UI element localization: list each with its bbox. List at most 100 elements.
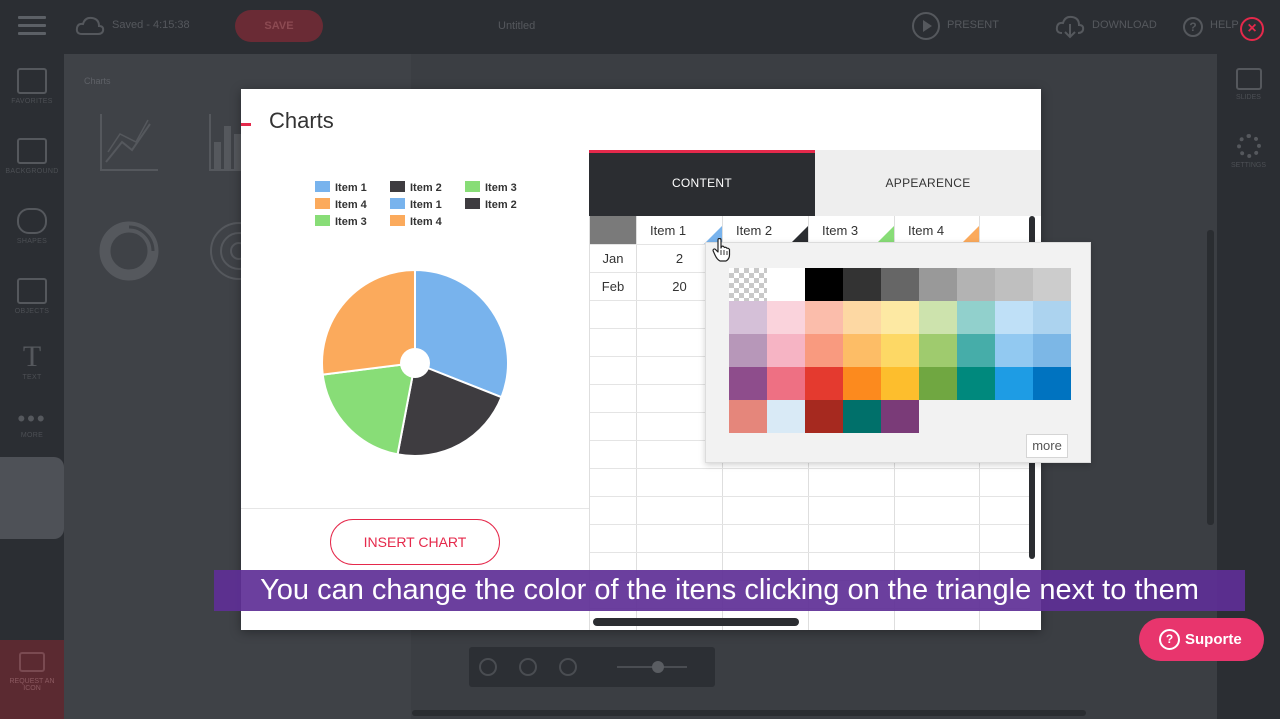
- present-button[interactable]: PRESENT: [947, 19, 999, 31]
- save-button[interactable]: SAVE: [235, 10, 323, 42]
- color-swatch[interactable]: [805, 268, 843, 301]
- color-swatch[interactable]: [1033, 268, 1071, 301]
- help-button[interactable]: HELP: [1210, 19, 1239, 31]
- color-swatch[interactable]: [1033, 367, 1071, 400]
- column-header-label: Item 4: [908, 223, 945, 238]
- color-swatch[interactable]: [957, 268, 995, 301]
- column-header-item-2[interactable]: Item 2: [723, 216, 808, 244]
- grid-corner-cell: [590, 216, 636, 244]
- play-icon[interactable]: [912, 12, 940, 40]
- help-icon[interactable]: ?: [1183, 17, 1203, 37]
- color-swatch[interactable]: [881, 268, 919, 301]
- column-header-item-4[interactable]: Item 4: [895, 216, 979, 244]
- request-icon-button[interactable]: REQUEST AN ICON: [0, 640, 64, 719]
- text-icon: T: [22, 340, 42, 373]
- sidebar-item-objects[interactable]: OBJECTS: [0, 268, 64, 338]
- download-button[interactable]: DOWNLOAD: [1092, 19, 1157, 31]
- color-swatch[interactable]: [843, 400, 881, 433]
- color-swatch[interactable]: [919, 301, 957, 334]
- tab-appearance[interactable]: APPEARENCE: [815, 150, 1041, 216]
- color-swatch[interactable]: [1033, 301, 1071, 334]
- color-swatch[interactable]: [881, 334, 919, 367]
- zoom-slider-knob[interactable]: [652, 661, 664, 673]
- canvas-vertical-scrollbar[interactable]: [1207, 230, 1214, 525]
- legend-label: Item 3: [335, 216, 367, 228]
- color-swatch[interactable]: [995, 301, 1033, 334]
- color-swatch[interactable]: [995, 367, 1033, 400]
- sidebar-item-charts-active[interactable]: [0, 457, 64, 539]
- color-swatch[interactable]: [729, 400, 767, 433]
- legend-swatch: [315, 198, 330, 209]
- color-swatch[interactable]: [805, 301, 843, 334]
- more-colors-button[interactable]: more: [1026, 434, 1068, 458]
- color-swatch[interactable]: [995, 268, 1033, 301]
- color-swatch[interactable]: [767, 400, 805, 433]
- color-swatch[interactable]: [767, 268, 805, 301]
- slides-button[interactable]: SLIDES: [1217, 68, 1280, 101]
- color-swatch[interactable]: [729, 301, 767, 334]
- sidebar-item-shapes[interactable]: SHAPES: [0, 198, 64, 268]
- color-swatch[interactable]: [919, 268, 957, 301]
- color-swatch[interactable]: [919, 334, 957, 367]
- cloud-download-icon[interactable]: [1054, 12, 1086, 40]
- tab-content[interactable]: CONTENT: [589, 150, 815, 216]
- question-icon: ?: [1159, 629, 1180, 650]
- sidebar-item-background[interactable]: BACKGROUND: [0, 128, 64, 198]
- document-title[interactable]: Untitled: [498, 20, 535, 32]
- legend-swatch: [390, 215, 405, 226]
- undo-icon[interactable]: [519, 658, 537, 676]
- color-swatch[interactable]: [1033, 334, 1071, 367]
- sidebar-item-label: OBJECTS: [14, 308, 50, 315]
- radar-chart-thumb-icon[interactable]: [208, 220, 244, 282]
- color-swatch[interactable]: [919, 367, 957, 400]
- color-swatch[interactable]: [957, 367, 995, 400]
- chat-icon: [19, 652, 45, 672]
- color-swatch[interactable]: [729, 367, 767, 400]
- support-button[interactable]: ? Suporte: [1139, 618, 1264, 661]
- color-swatch[interactable]: [767, 367, 805, 400]
- background-icon: [17, 138, 47, 164]
- more-icon: •••: [17, 406, 47, 431]
- color-swatch[interactable]: [881, 301, 919, 334]
- color-swatch[interactable]: [729, 268, 767, 301]
- line-chart-thumb-icon[interactable]: [98, 112, 160, 174]
- zoom-icon[interactable]: [559, 658, 577, 676]
- color-swatch[interactable]: [843, 367, 881, 400]
- redo-icon[interactable]: [479, 658, 497, 676]
- modal-title: Charts: [269, 108, 334, 133]
- settings-button[interactable]: SETTINGS: [1217, 134, 1280, 169]
- color-swatch[interactable]: [805, 400, 843, 433]
- color-swatch[interactable]: [767, 301, 805, 334]
- legend-swatch: [465, 181, 480, 192]
- color-swatch[interactable]: [881, 367, 919, 400]
- sidebar-item-favorites[interactable]: FAVORITES: [0, 58, 64, 128]
- color-swatch[interactable]: [957, 301, 995, 334]
- color-swatch[interactable]: [767, 334, 805, 367]
- color-swatch[interactable]: [957, 334, 995, 367]
- legend-item: Item 4: [390, 215, 442, 228]
- grid-horizontal-scrollbar[interactable]: [593, 618, 799, 626]
- grid-row-line: [590, 552, 1030, 553]
- color-swatch[interactable]: [805, 334, 843, 367]
- color-swatch[interactable]: [881, 400, 919, 433]
- insert-chart-button[interactable]: INSERT CHART: [330, 519, 500, 565]
- column-header-item-1[interactable]: Item 1: [637, 216, 722, 244]
- color-swatch[interactable]: [729, 334, 767, 367]
- color-swatch[interactable]: [995, 334, 1033, 367]
- row-label-feb[interactable]: Feb: [590, 279, 636, 294]
- donut-chart-thumb-icon[interactable]: [98, 220, 160, 282]
- row-label-jan[interactable]: Jan: [590, 251, 636, 266]
- color-swatch[interactable]: [805, 367, 843, 400]
- color-swatch[interactable]: [843, 268, 881, 301]
- canvas-horizontal-scrollbar[interactable]: [412, 710, 1086, 716]
- legend-swatch: [315, 181, 330, 192]
- bar-chart-thumb-icon[interactable]: [208, 112, 244, 174]
- color-swatch[interactable]: [843, 301, 881, 334]
- hamburger-menu-icon[interactable]: [18, 16, 46, 36]
- legend-label: Item 4: [335, 199, 367, 211]
- column-header-item-3[interactable]: Item 3: [809, 216, 894, 244]
- gear-icon: [1236, 134, 1261, 158]
- color-swatch[interactable]: [843, 334, 881, 367]
- close-icon[interactable]: ×: [1240, 17, 1264, 41]
- sidebar-item-text[interactable]: T TEXT: [0, 332, 64, 402]
